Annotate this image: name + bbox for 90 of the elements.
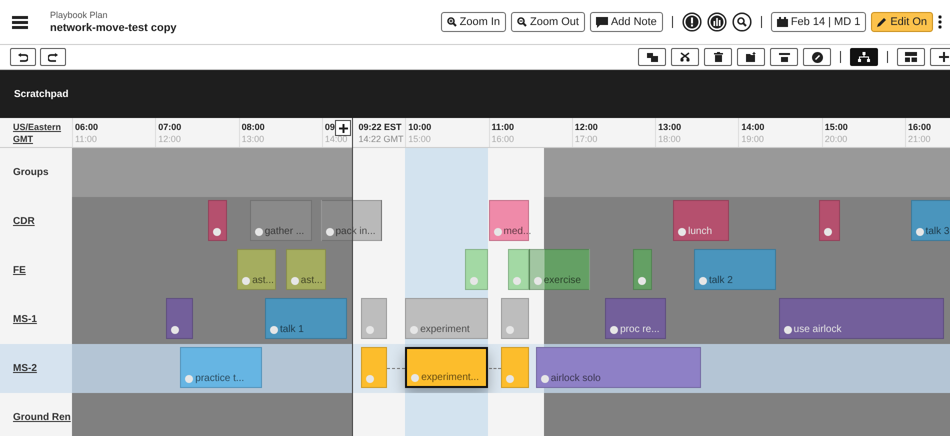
squares-icon bbox=[646, 52, 658, 62]
network-icon bbox=[858, 52, 870, 62]
tool-button[interactable] bbox=[704, 48, 732, 66]
activity-block[interactable] bbox=[818, 200, 840, 241]
hour-label: 11:00 bbox=[492, 122, 514, 132]
hour-label: 16:00 bbox=[908, 122, 932, 132]
activity-block[interactable]: practice t... bbox=[180, 347, 262, 388]
timezone-link[interactable]: US/Eastern bbox=[13, 122, 62, 132]
activity-block[interactable]: talk 3 bbox=[910, 200, 950, 241]
plus-icon bbox=[338, 124, 348, 132]
activity-block[interactable] bbox=[632, 249, 652, 290]
date-button[interactable]: Feb 14 | MD 1 bbox=[770, 12, 866, 32]
scratchpad-title: Scratchpad bbox=[14, 88, 68, 100]
alert-icon[interactable] bbox=[682, 12, 702, 32]
hour-label-gmt: 18:00 bbox=[658, 134, 681, 144]
hour-label-gmt: 12:00 bbox=[158, 134, 181, 144]
toolbar-button[interactable]: Zoom In bbox=[440, 12, 506, 32]
menu-icon[interactable] bbox=[12, 16, 28, 28]
calendar-icon bbox=[776, 17, 788, 27]
activity-block[interactable]: proc re... bbox=[605, 298, 666, 339]
add-button[interactable] bbox=[335, 120, 352, 136]
current-time: 09:22 EST bbox=[358, 122, 402, 132]
tool-button[interactable] bbox=[930, 48, 950, 66]
activity-block[interactable]: use airlock bbox=[778, 298, 944, 339]
undo-icon bbox=[18, 52, 28, 62]
toolbar-button[interactable]: Add Note bbox=[590, 12, 663, 32]
zoom-out-icon bbox=[517, 17, 528, 27]
hour-label: 09 bbox=[324, 122, 335, 132]
timezone-link[interactable]: GMT bbox=[13, 134, 33, 144]
activity-block[interactable]: experiment... bbox=[405, 347, 488, 388]
redo-icon bbox=[48, 52, 58, 62]
hour-label: 08:00 bbox=[242, 122, 265, 132]
current-time-gmt: 14:22 GMT bbox=[358, 134, 404, 144]
tool-button[interactable] bbox=[803, 48, 831, 66]
row-label[interactable]: FE bbox=[13, 265, 26, 276]
hour-label: 13:00 bbox=[658, 122, 682, 132]
hour-label-gmt: 14:00 bbox=[324, 134, 348, 144]
activity-block[interactable]: ast... bbox=[286, 249, 326, 290]
tool-button[interactable] bbox=[737, 48, 765, 66]
hour-label-gmt: 11:00 bbox=[75, 134, 97, 144]
activity-block[interactable]: ast... bbox=[237, 249, 276, 290]
tool-button[interactable] bbox=[897, 48, 925, 66]
hour-label-gmt: 15:00 bbox=[408, 134, 431, 144]
folder-icon bbox=[746, 52, 756, 62]
activity-block[interactable]: lunch bbox=[673, 200, 729, 241]
activity-block[interactable] bbox=[166, 298, 193, 339]
activity-block[interactable]: experiment bbox=[405, 298, 488, 339]
more-icon[interactable] bbox=[938, 15, 942, 29]
toolbar-button[interactable]: Zoom Out bbox=[511, 12, 585, 32]
hour-label: 06:00 bbox=[75, 122, 98, 132]
hour-label: 10:00 bbox=[408, 122, 432, 132]
hour-label-gmt: 16:00 bbox=[492, 134, 514, 144]
row-label[interactable]: Ground Ren bbox=[13, 412, 71, 423]
activity-block[interactable]: gather ... bbox=[250, 200, 312, 241]
plus-icon bbox=[939, 52, 949, 62]
app-name: Playbook Plan bbox=[50, 10, 108, 20]
undo-button[interactable] bbox=[10, 48, 36, 66]
hour-label-gmt: 19:00 bbox=[741, 134, 764, 144]
hour-label: 12:00 bbox=[574, 122, 598, 132]
hour-label-gmt: 20:00 bbox=[824, 134, 848, 144]
hour-label: 14:00 bbox=[741, 122, 764, 132]
tool-button[interactable] bbox=[671, 48, 699, 66]
activity-block[interactable] bbox=[208, 200, 228, 241]
hour-label-gmt: 13:00 bbox=[242, 134, 264, 144]
edit-toggle[interactable]: Edit On bbox=[871, 12, 933, 32]
tool-button[interactable] bbox=[850, 48, 878, 66]
activity-block[interactable]: talk 1 bbox=[264, 298, 347, 339]
layout-icon bbox=[905, 52, 917, 62]
pencil-icon bbox=[877, 17, 888, 27]
hour-label-gmt: 21:00 bbox=[908, 134, 931, 144]
search-icon[interactable] bbox=[732, 12, 752, 32]
hour-label: 15:00 bbox=[824, 122, 848, 132]
activity-block[interactable]: talk 2 bbox=[694, 249, 776, 290]
plan-title: network-move-test copy bbox=[50, 22, 177, 34]
row-label[interactable]: MS-1 bbox=[13, 314, 37, 325]
redo-button[interactable] bbox=[40, 48, 66, 66]
scissors-icon bbox=[680, 52, 690, 62]
activity-block[interactable]: airlock solo bbox=[536, 347, 701, 388]
hour-label: 07:00 bbox=[158, 122, 182, 132]
tool-button[interactable] bbox=[638, 48, 666, 66]
chart-icon[interactable] bbox=[706, 12, 727, 32]
row-label[interactable]: CDR bbox=[13, 216, 35, 227]
trash-icon bbox=[714, 52, 722, 62]
zoom-in-icon bbox=[446, 17, 457, 27]
row-label[interactable]: MS-2 bbox=[13, 363, 37, 374]
tool-button[interactable] bbox=[770, 48, 798, 66]
speech-bubble-icon bbox=[596, 16, 608, 28]
row-label[interactable]: Groups bbox=[13, 167, 49, 178]
tray-icon bbox=[778, 52, 790, 62]
hour-label-gmt: 17:00 bbox=[574, 134, 598, 144]
